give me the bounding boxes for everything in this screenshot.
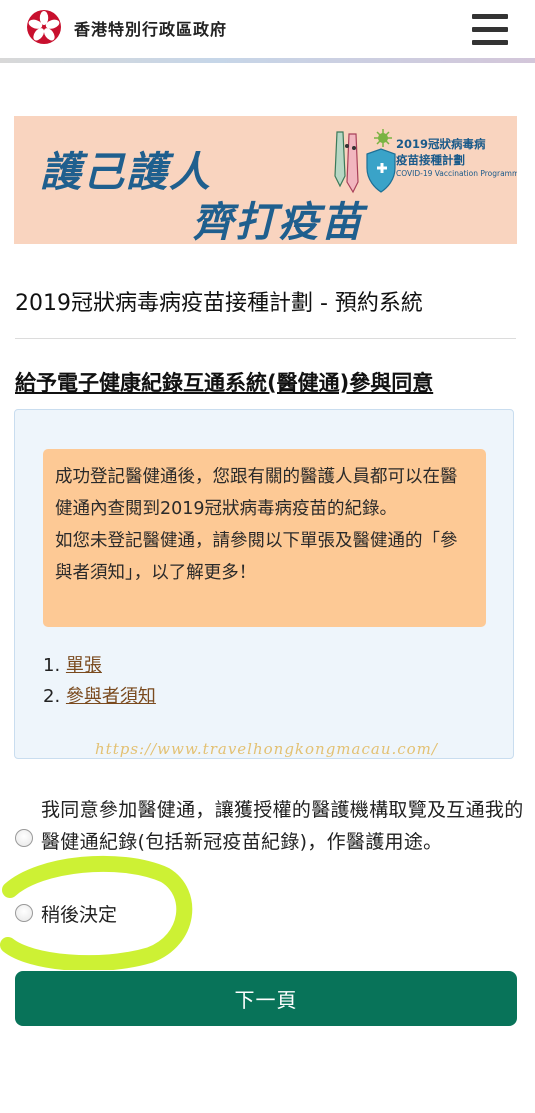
vaccination-banner: 護己護人 齊打疫苗 2019冠狀病毒病 疫苗接種計劃 COVID-19 Vacc… [14,116,517,244]
hksar-bauhinia-logo-icon[interactable] [26,9,62,45]
info-panel: 成功登記醫健通後，您跟有關的醫護人員都可以在醫健通內查閱到2019冠狀病毒病疫苗… [14,409,514,759]
section-title: 給予電子健康紀錄互通系統(醫健通)參與同意 [15,371,434,395]
watermark-text: https://www.travelhongkongmacau.com/ [95,740,438,758]
participant-notes-link[interactable]: 參與者須知 [66,686,156,707]
page-title: 2019冠狀病毒病疫苗接種計劃 - 預約系統 [15,291,423,316]
notice-box: 成功登記醫健通後，您跟有關的醫護人員都可以在醫健通內查閱到2019冠狀病毒病疫苗… [43,449,486,627]
government-name[interactable]: 香港特別行政區政府 [74,16,227,40]
programme-name-zh-line2: 疫苗接種計劃 [396,153,465,167]
list-item: 2. 參與者須知 [43,681,156,712]
programme-name-en: COVID-19 Vaccination Programme [396,169,517,178]
agree-option-label[interactable]: 我同意參加醫健通，讓獲授權的醫護機構取覽及互通我的醫健通紀錄(包括新冠疫苗紀錄)… [41,794,526,858]
list-item-number: 1. [43,655,61,676]
notice-paragraph-1: 成功登記醫健通後，您跟有關的醫護人員都可以在醫健通內查閱到2019冠狀病毒病疫苗… [55,467,458,519]
decide-later-label[interactable]: 稍後決定 [41,900,117,927]
hamburger-menu-icon[interactable] [472,14,508,46]
vaccine-characters-icon [334,129,396,194]
leaflet-link[interactable]: 單張 [66,655,102,676]
title-divider [15,338,516,339]
agree-radio[interactable] [15,829,33,847]
header-divider [0,58,535,63]
notice-paragraph-2: 如您未登記醫健通，請參閱以下單張及醫健通的「參與者須知」，以了解更多！ [55,531,458,583]
programme-name-zh-line1: 2019冠狀病毒病 [396,137,486,151]
site-header: 香港特別行政區政府 [0,0,535,58]
document-list: 1. 單張 2. 參與者須知 [43,650,156,712]
decide-later-radio[interactable] [15,904,33,922]
banner-slogan-line1: 護己護人 [40,148,212,196]
list-item: 1. 單張 [43,650,156,681]
next-page-button[interactable]: 下一頁 [15,971,517,1026]
list-item-number: 2. [43,686,61,707]
